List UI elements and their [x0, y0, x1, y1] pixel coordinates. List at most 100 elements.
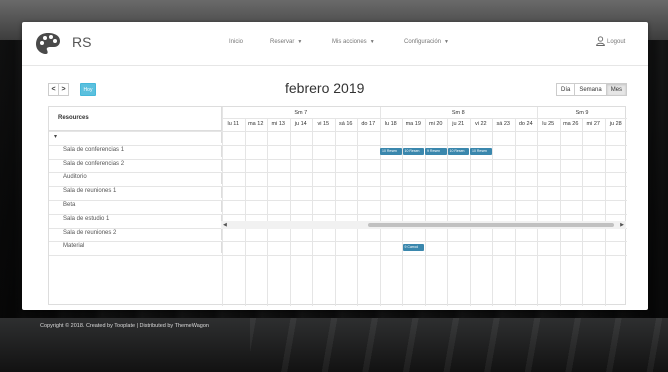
resource-row[interactable]: Sala de reuniones 2 [49, 227, 222, 240]
scheduler-grid: Resources ▾ Sala de conferencias 1 Sala de… [48, 106, 627, 306]
resource-label: Sala de reuniones 1 [63, 188, 117, 195]
grid-column-line [357, 118, 358, 306]
day-column-header[interactable]: vi 15 [312, 121, 335, 127]
caret-down-icon: ▼ [369, 39, 375, 45]
day-column-header[interactable]: sá 16 [335, 121, 358, 127]
reservation-event[interactable]: 10 Resen [470, 147, 492, 155]
today-button[interactable]: Hoy [80, 83, 96, 96]
nav-inicio-label: Inicio [229, 39, 244, 45]
resources-header: Resources [49, 107, 222, 131]
week-label: Sm 7 [294, 110, 308, 116]
grid-column-line [447, 118, 448, 306]
grid-row-line [49, 158, 627, 160]
resource-row[interactable]: Sala de conferencias 2 [49, 158, 222, 171]
main-card: RS Inicio Reservar ▼ Mis acciones ▼ Config… [22, 22, 648, 310]
view-week-button[interactable]: Semana [574, 83, 607, 96]
week-label: Sm 9 [575, 110, 589, 116]
day-column-header[interactable]: do 24 [515, 121, 538, 127]
grid-column-line [222, 107, 223, 306]
resource-label: Sala de conferencias 1 [63, 146, 125, 153]
reservation-event[interactable]: 10 Resen [380, 147, 402, 155]
reservation-event[interactable]: 10 Resen [447, 147, 469, 155]
top-navbar: RS Inicio Reservar ▼ Mis acciones ▼ Config… [22, 22, 648, 66]
resource-row[interactable]: Sala de estudio 1 [49, 213, 222, 226]
user-icon[interactable] [596, 36, 605, 46]
day-column-header[interactable]: do 17 [357, 121, 380, 127]
nav-reservar[interactable]: Reservar ▼ [270, 39, 302, 45]
grid-column-line [379, 107, 381, 306]
day-column-header[interactable]: lu 25 [537, 121, 560, 127]
horizontal-scrollbar[interactable]: ◀ ▶ [221, 221, 626, 229]
grid-column-line [289, 118, 291, 306]
brand-name[interactable]: RS [72, 34, 91, 50]
resource-row[interactable]: Auditorio [49, 172, 222, 185]
nav-reservar-label: Reservar [270, 39, 295, 45]
reservation-event[interactable]: 9 Carrod [402, 244, 424, 252]
day-column-header[interactable]: ju 21 [447, 121, 470, 127]
caret-down-icon: ▼ [444, 39, 449, 45]
day-column-header[interactable]: ma 19 [402, 121, 425, 127]
grid-column-line [582, 118, 583, 306]
resource-label: Material [63, 243, 85, 250]
grid-row-line [49, 200, 627, 201]
grid-row-line [49, 172, 627, 174]
nav-arrows: < > [48, 83, 69, 96]
nav-mis-acciones-label: Mis acciones [332, 39, 367, 45]
day-column-header[interactable]: ma 12 [245, 121, 268, 127]
day-column-header[interactable]: mi 13 [267, 121, 290, 127]
resource-row[interactable]: Beta [49, 200, 222, 212]
grid-column-line [312, 118, 313, 306]
grid-column-line [267, 118, 268, 306]
grid-column-line [402, 118, 403, 306]
resource-row[interactable]: Sala de reuniones 1 [49, 186, 222, 199]
day-column-header[interactable]: lu 11 [222, 121, 245, 127]
resource-row[interactable]: Sala de conferencias 1 [49, 144, 222, 157]
reservation-event[interactable]: 10 Resen [402, 147, 424, 155]
grid-column-line [469, 118, 471, 306]
nav-configuracion[interactable]: Configuración ▼ [404, 39, 449, 45]
resource-label: Beta [63, 202, 76, 208]
resource-label: Auditorio [63, 174, 87, 181]
day-column-header[interactable]: ju 28 [605, 121, 628, 127]
resource-group-toggle[interactable]: ▾ [49, 131, 222, 143]
caret-down-icon: ▼ [297, 39, 303, 45]
timeline-area: Sm 7 Sm 8 Sm 9 lu 11 ma 12 mi 13 ju 14 vi 15 sá … [222, 107, 627, 306]
day-column-header[interactable]: mi 20 [425, 121, 448, 127]
grid-column-line [424, 118, 426, 306]
resources-header-label: Resources [58, 115, 89, 121]
nav-configuracion-label: Configuración [404, 39, 442, 45]
grid-column-line [244, 118, 246, 306]
scroll-right-icon[interactable]: ▶ [620, 221, 624, 229]
grid-column-line [604, 118, 606, 306]
resource-row[interactable]: Material [49, 241, 222, 254]
view-switcher: Día Semana Mes [556, 83, 628, 96]
day-column-header[interactable]: ju 14 [290, 121, 313, 127]
day-column-header[interactable]: ma 26 [560, 121, 583, 127]
grid-row-line [49, 213, 627, 215]
nav-mis-acciones[interactable]: Mis acciones ▼ [332, 39, 375, 45]
view-day-button[interactable]: Día [556, 83, 576, 96]
grid-column-line [559, 118, 561, 306]
grid-row-line [49, 241, 627, 243]
view-month-button[interactable]: Mes [605, 83, 628, 96]
resource-label: Sala de estudio 1 [63, 215, 110, 222]
calendar-title: febrero 2019 [285, 80, 365, 96]
grid-row-line [49, 186, 627, 188]
grid-row-line [49, 255, 627, 257]
grid-row-line [49, 144, 627, 146]
logout-link[interactable]: Logout [607, 39, 625, 45]
week-label: Sm 8 [451, 110, 465, 116]
day-column-header[interactable]: sá 23 [492, 121, 515, 127]
day-column-header[interactable]: mi 27 [582, 121, 605, 127]
resource-label: Sala de conferencias 2 [63, 160, 125, 167]
nav-inicio[interactable]: Inicio [229, 39, 243, 45]
palette-logo-icon[interactable] [35, 32, 61, 55]
day-column-header[interactable]: vi 22 [470, 121, 493, 127]
scroll-left-icon[interactable]: ◀ [223, 221, 227, 229]
collapse-arrow-icon: ▾ [54, 134, 58, 140]
day-column-header[interactable]: lu 18 [380, 121, 403, 127]
reservation-event[interactable]: 9 Resen [425, 147, 447, 155]
next-button[interactable]: > [58, 83, 69, 96]
scrollbar-thumb[interactable] [368, 223, 614, 227]
grid-column-line [492, 118, 493, 306]
